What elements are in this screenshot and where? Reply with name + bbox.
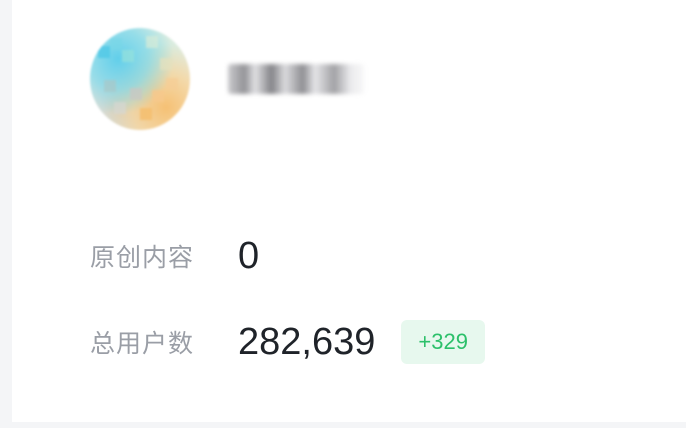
stat-original-content: 原创内容 0	[90, 234, 259, 278]
stat-total-users: 总用户数 282,639 +329	[90, 320, 485, 364]
username-redacted	[228, 64, 364, 94]
stat-label: 原创内容	[90, 243, 195, 272]
stat-value: 282,639	[238, 320, 376, 363]
account-summary-card: 原创内容 0 总用户数 282,639 +329	[12, 0, 686, 422]
stat-value: 0	[238, 234, 260, 277]
stat-label: 总用户数	[90, 329, 195, 358]
delta-badge: +329	[401, 320, 485, 364]
avatar[interactable]	[90, 28, 190, 130]
